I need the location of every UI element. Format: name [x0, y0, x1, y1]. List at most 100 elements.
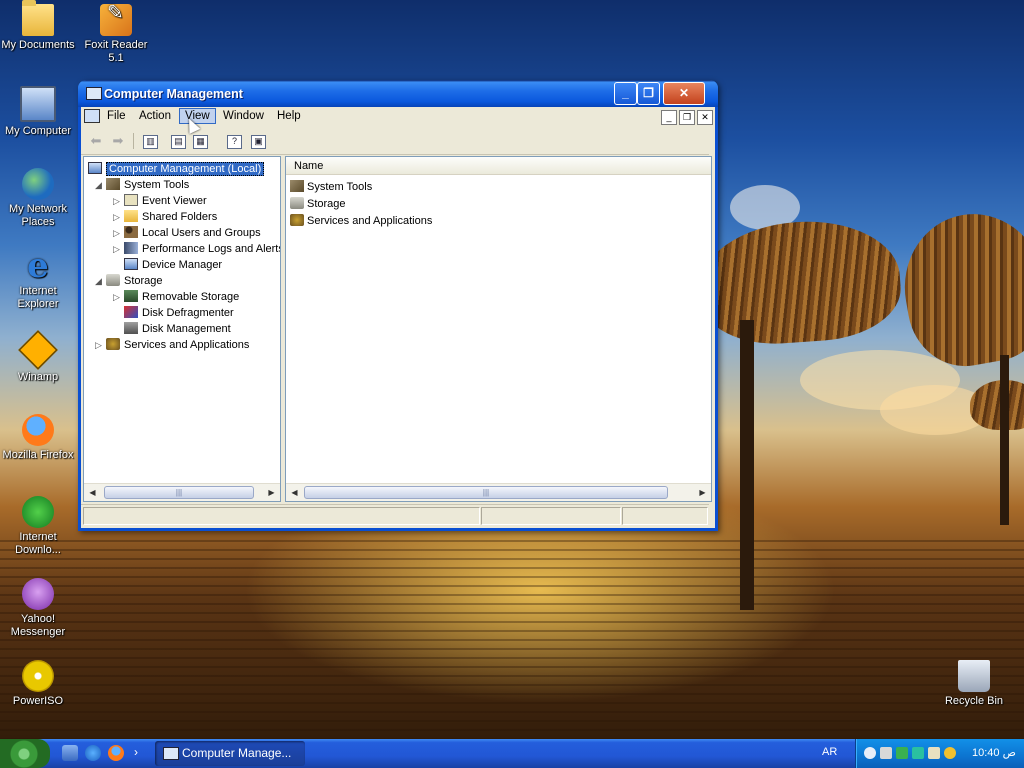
collapse-icon[interactable]: ◢ — [94, 177, 103, 193]
tree-horizontal-scrollbar[interactable]: ◀ ||| ▶ — [84, 483, 280, 501]
menu-help[interactable]: Help — [271, 108, 307, 124]
desktop-icon-my-documents[interactable]: My Documents — [0, 0, 76, 52]
scrollbar-thumb[interactable]: ||| — [104, 486, 254, 499]
show-desktop-icon[interactable] — [62, 745, 78, 761]
tree-item-system-tools[interactable]: ◢ System Tools — [94, 177, 189, 193]
language-indicator[interactable]: AR — [822, 746, 837, 758]
tree-item-device-manager[interactable]: Device Manager — [112, 257, 222, 273]
export-list-icon[interactable]: ▦ — [193, 135, 208, 149]
tree-item-computer-management[interactable]: Computer Management (Local) — [88, 161, 265, 177]
child-restore-button[interactable]: ❐ — [679, 110, 695, 125]
tree-item-services-applications[interactable]: ▷ Services and Applications — [94, 337, 249, 353]
window-titlebar[interactable]: Computer Management _ ❐ ✕ — [78, 80, 718, 107]
document-icon[interactable] — [84, 109, 100, 123]
taskbar-button-computer-management[interactable]: Computer Manage... — [155, 741, 305, 766]
desktop-icon-recycle-bin[interactable]: Recycle Bin — [936, 660, 1012, 708]
desktop-icon-firefox[interactable]: Mozilla Firefox — [0, 414, 76, 462]
list-item-services-applications[interactable]: Services and Applications — [290, 213, 432, 229]
properties-icon[interactable]: ▤ — [171, 135, 186, 149]
expand-icon[interactable]: ▷ — [112, 193, 121, 209]
menu-bar: File Action View Window Help — [81, 107, 709, 127]
local-users-icon — [124, 226, 138, 238]
menu-action[interactable]: Action — [133, 108, 177, 124]
back-arrow-icon[interactable]: ⬅ — [87, 133, 105, 149]
event-viewer-icon — [124, 194, 138, 206]
expand-icon[interactable]: ▷ — [112, 241, 121, 257]
tree-item-disk-management[interactable]: Disk Management — [112, 321, 231, 337]
my-documents-icon — [22, 0, 54, 36]
column-header-name[interactable]: Name — [286, 157, 711, 175]
removable-storage-icon — [124, 290, 138, 302]
storage-icon — [106, 274, 120, 286]
start-button[interactable] — [0, 739, 50, 768]
tree-item-performance-logs[interactable]: ▷ Performance Logs and Alerts — [112, 241, 280, 257]
disk-management-icon — [124, 322, 138, 334]
tree-item-disk-defragmenter[interactable]: Disk Defragmenter — [112, 305, 234, 321]
services-icon — [290, 214, 304, 226]
desktop-icon-poweriso[interactable]: PowerISO — [0, 660, 76, 708]
menu-window[interactable]: Window — [217, 108, 270, 124]
desktop-icon-internet-download-manager[interactable]: Internet Downlo... — [0, 496, 76, 557]
toolbar-separator — [133, 133, 134, 149]
tree-item-removable-storage[interactable]: ▷ Removable Storage — [112, 289, 239, 305]
menu-file[interactable]: File — [101, 108, 132, 124]
toolbar: ⬅ ➡ ▥ ▤ ▦ ? ▣ — [81, 129, 709, 155]
clock[interactable]: 10:40 ص — [972, 746, 1016, 759]
computer-icon — [88, 162, 102, 174]
expand-icon[interactable]: ▷ — [112, 209, 121, 225]
recycle-bin-icon — [958, 660, 990, 692]
desktop-icon-my-computer[interactable]: My Computer — [0, 86, 76, 138]
tree-item-storage[interactable]: ◢ Storage — [94, 273, 163, 289]
window-title: Computer Management — [104, 87, 243, 101]
quicklaunch-more-icon[interactable]: › — [134, 745, 138, 759]
tree-item-shared-folders[interactable]: ▷ Shared Folders — [112, 209, 217, 225]
scroll-left-arrow[interactable]: ◀ — [286, 484, 303, 501]
tray-clock-icon[interactable] — [864, 747, 876, 759]
scrollbar-thumb[interactable]: ||| — [304, 486, 668, 499]
network-tray-icon[interactable] — [896, 747, 908, 759]
scroll-right-arrow[interactable]: ▶ — [694, 484, 711, 501]
desktop-icon-foxit-reader[interactable]: Foxit Reader 5.1 — [78, 4, 154, 65]
expand-icon[interactable]: ▷ — [94, 337, 103, 353]
scroll-left-arrow[interactable]: ◀ — [84, 484, 101, 501]
status-bar — [81, 504, 709, 526]
show-hide-console-tree-icon[interactable]: ▥ — [143, 135, 158, 149]
scroll-right-arrow[interactable]: ▶ — [263, 484, 280, 501]
yahoo-messenger-icon — [22, 578, 54, 610]
expand-icon[interactable]: ▷ — [112, 225, 121, 241]
computer-management-window: Computer Management _ ❐ ✕ File Action Vi… — [78, 80, 718, 531]
tree-item-local-users-groups[interactable]: ▷ Local Users and Groups — [112, 225, 261, 241]
wand-tray-icon[interactable] — [944, 747, 956, 759]
collapse-icon[interactable]: ◢ — [94, 273, 103, 289]
volume-icon[interactable] — [880, 747, 892, 759]
show-hide-action-pane-icon[interactable]: ▣ — [251, 135, 266, 149]
child-minimize-button[interactable]: _ — [661, 110, 677, 125]
wallpaper-pole — [1000, 355, 1009, 525]
help-icon[interactable]: ? — [227, 135, 242, 149]
safely-remove-icon[interactable] — [928, 747, 940, 759]
minimize-button[interactable]: _ — [614, 82, 637, 105]
firefox-quicklaunch-icon[interactable] — [108, 745, 124, 761]
system-tools-icon — [106, 178, 120, 190]
child-close-button[interactable]: ✕ — [697, 110, 713, 125]
desktop-icon-internet-explorer[interactable]: e Internet Explorer — [0, 249, 76, 311]
desktop-icon-network-places[interactable]: My Network Places — [0, 168, 76, 229]
console-tree-pane: Computer Management (Local) ◢ System Tool… — [83, 156, 281, 502]
desktop-icon-winamp[interactable]: Winamp — [0, 330, 76, 384]
internet-explorer-quicklaunch-icon[interactable] — [85, 745, 101, 761]
tree-item-event-viewer[interactable]: ▷ Event Viewer — [112, 193, 207, 209]
my-computer-icon — [20, 86, 56, 122]
forward-arrow-icon[interactable]: ➡ — [109, 133, 127, 149]
expand-icon[interactable]: ▷ — [112, 289, 121, 305]
desktop-wallpaper — [0, 540, 1024, 740]
firefox-icon — [22, 414, 54, 446]
services-icon — [106, 338, 120, 350]
list-item-system-tools[interactable]: System Tools — [290, 179, 372, 195]
maximize-button[interactable]: ❐ — [637, 82, 660, 105]
download-manager-tray-icon[interactable] — [912, 747, 924, 759]
details-horizontal-scrollbar[interactable]: ◀ ||| ▶ — [286, 483, 711, 501]
computer-management-icon — [163, 747, 179, 760]
desktop-icon-yahoo-messenger[interactable]: Yahoo! Messenger — [0, 578, 76, 639]
list-item-storage[interactable]: Storage — [290, 196, 346, 212]
close-button[interactable]: ✕ — [663, 82, 705, 105]
